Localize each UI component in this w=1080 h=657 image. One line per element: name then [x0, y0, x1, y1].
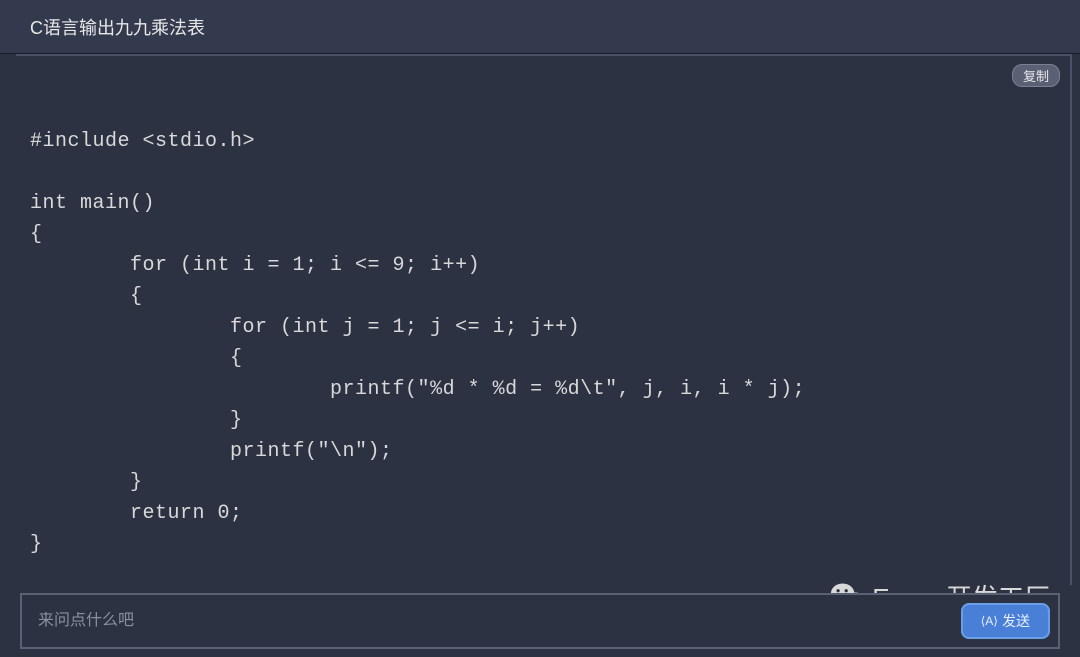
code-block: #include <stdio.h> int main() { for (int…	[16, 56, 1070, 570]
prompt-input[interactable]	[38, 612, 961, 630]
send-button[interactable]: ⟨A⟩ 发送	[961, 603, 1050, 639]
input-bar: ⟨A⟩ 发送	[20, 593, 1060, 649]
send-button-label: 发送	[1002, 611, 1030, 631]
header-bar: C语言输出九九乘法表	[0, 0, 1080, 54]
code-content-area: 复制 #include <stdio.h> int main() { for (…	[16, 54, 1072, 585]
send-icon: ⟨A⟩	[981, 614, 998, 628]
page-title: C语言输出九九乘法表	[30, 14, 205, 40]
copy-button[interactable]: 复制	[1012, 64, 1060, 87]
